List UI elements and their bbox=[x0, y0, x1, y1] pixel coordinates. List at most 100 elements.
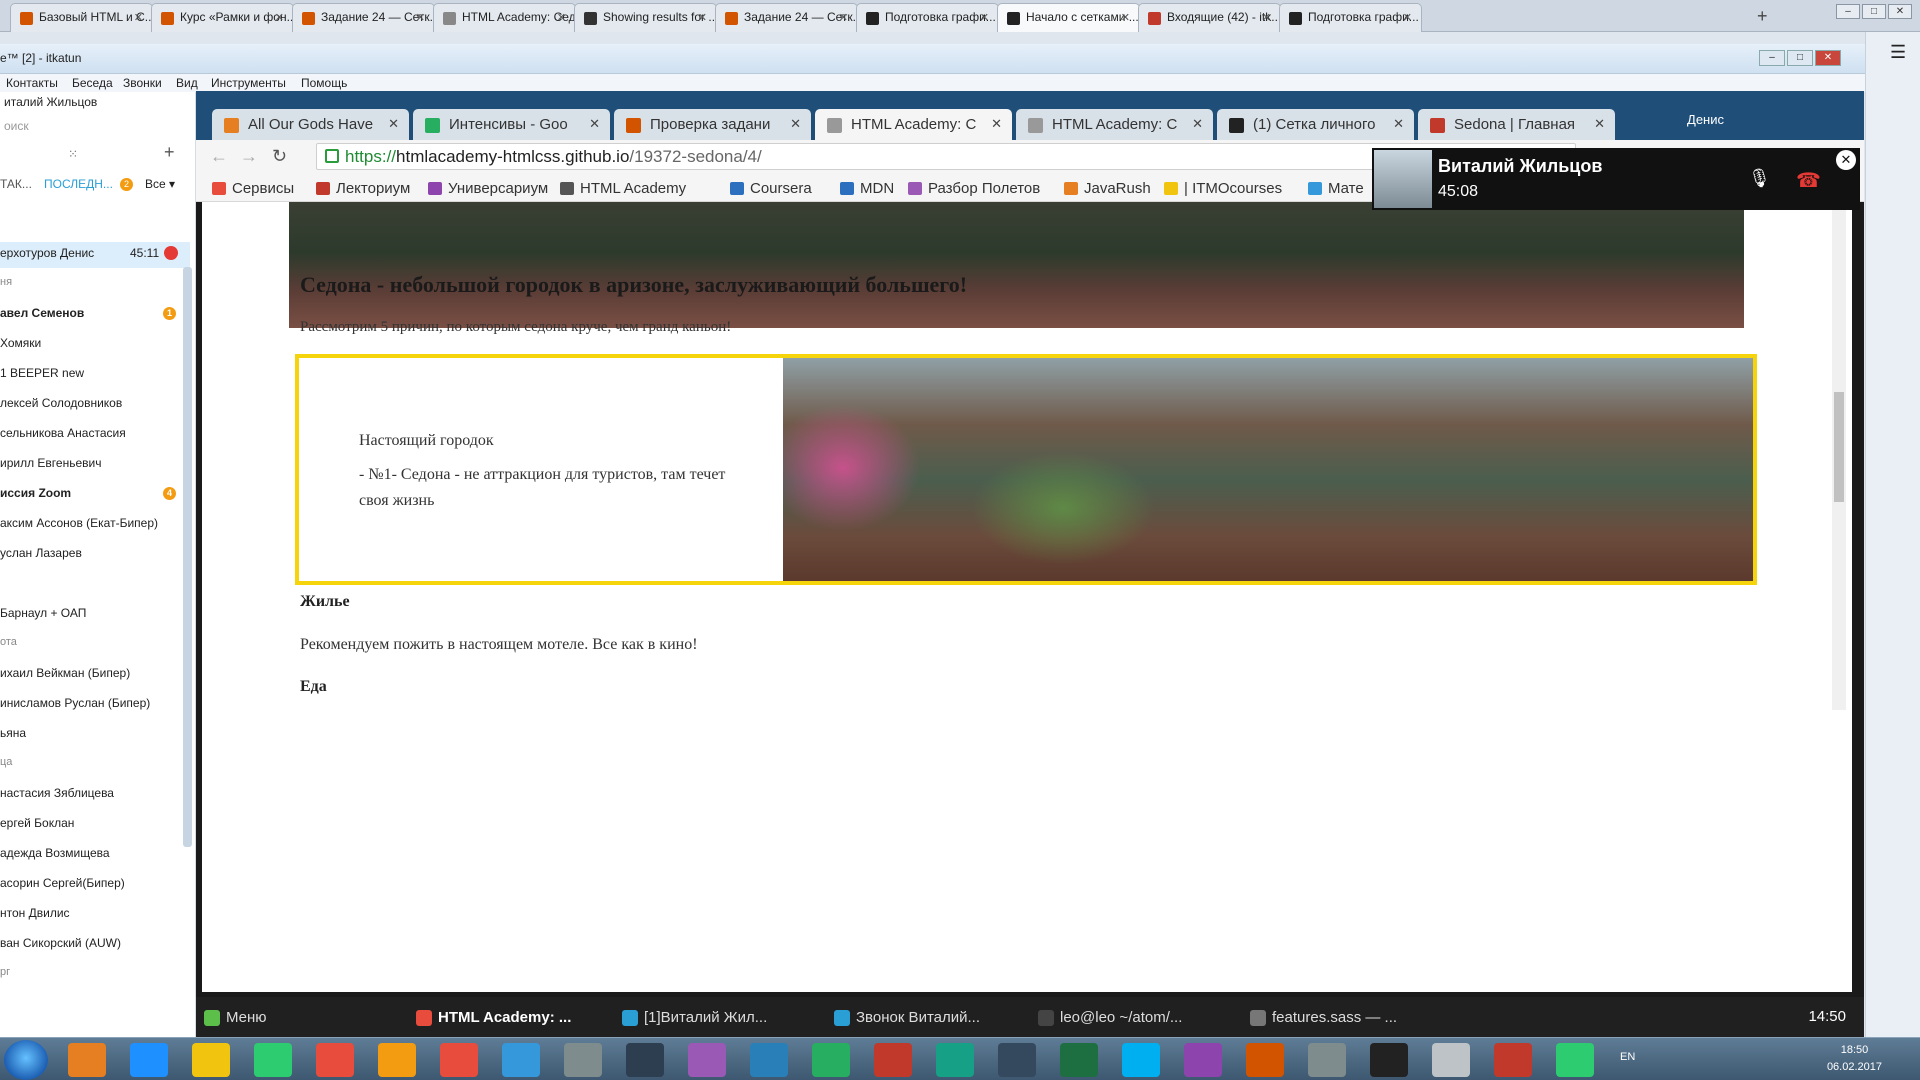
contact-item[interactable]: асорин Сергей(Бипер) bbox=[0, 876, 195, 890]
maximize-button[interactable]: □ bbox=[1787, 50, 1813, 66]
contact-item[interactable]: ихаил Вейкман (Бипер) bbox=[0, 666, 195, 680]
taskbar-app-icon[interactable] bbox=[936, 1043, 974, 1077]
outer-tab[interactable]: Задание 24 — Сетк... ✕ bbox=[292, 3, 435, 32]
bookmark-link[interactable]: MDN bbox=[840, 180, 894, 197]
start-button[interactable] bbox=[4, 1040, 48, 1080]
filter-select[interactable]: Все ▾ bbox=[145, 177, 195, 191]
close-tab-icon[interactable]: ✕ bbox=[1403, 11, 1412, 24]
menu-item[interactable]: Вид bbox=[176, 76, 198, 90]
bookmark-link[interactable]: Универсариум bbox=[428, 180, 548, 197]
close-tab-icon[interactable]: ✕ bbox=[134, 11, 143, 24]
microphone-icon[interactable]: 🎙 bbox=[1748, 168, 1771, 189]
menu-item[interactable]: Беседа bbox=[72, 76, 113, 90]
contact-item[interactable]: инисламов Руслан (Бипер) bbox=[0, 696, 195, 710]
taskbar-app-icon[interactable] bbox=[1432, 1043, 1470, 1077]
bookmark-link[interactable]: Разбор Полетов bbox=[908, 180, 1040, 197]
taskbar-app-icon[interactable] bbox=[1370, 1043, 1408, 1077]
taskbar-app-icon[interactable] bbox=[626, 1043, 664, 1077]
contact-item[interactable]: нтон Двилис bbox=[0, 906, 195, 920]
contact-item[interactable]: ирилл Евгеньевич bbox=[0, 456, 195, 470]
inner-taskbar-item[interactable]: Звонок Виталий... bbox=[834, 1009, 980, 1026]
contact-item[interactable]: лексей Солодовников bbox=[0, 396, 195, 410]
taskbar-app-icon[interactable] bbox=[68, 1043, 106, 1077]
dialpad-icon[interactable]: ⁙ bbox=[68, 147, 78, 161]
taskbar-app-icon[interactable] bbox=[812, 1043, 850, 1077]
bookmark-link[interactable]: Coursera bbox=[730, 180, 812, 197]
menu-item[interactable]: Контакты bbox=[6, 76, 58, 90]
contact-item[interactable]: аксим Ассонов (Екат-Бипер) bbox=[0, 516, 195, 530]
taskbar-app-icon[interactable] bbox=[378, 1043, 416, 1077]
taskbar-app-icon[interactable] bbox=[688, 1043, 726, 1077]
close-tab-icon[interactable]: ✕ bbox=[698, 11, 707, 24]
contact-item[interactable]: ьяна bbox=[0, 726, 195, 740]
inner-taskbar-item[interactable]: features.sass — ... bbox=[1250, 1009, 1397, 1026]
sidebar-scrollbar[interactable] bbox=[183, 267, 192, 847]
outer-tab[interactable]: HTML Academy: Седона✕ bbox=[433, 3, 576, 32]
close-tab-icon[interactable]: ✕ bbox=[790, 116, 801, 132]
close-tab-icon[interactable]: ✕ bbox=[1262, 11, 1271, 24]
inner-taskbar-item[interactable]: leo@leo ~/atom/... bbox=[1038, 1009, 1182, 1026]
bookmark-link[interactable]: Лекториум bbox=[316, 180, 410, 197]
taskbar-app-icon[interactable] bbox=[316, 1043, 354, 1077]
outer-tab[interactable]: Начало с сетками ... ✕ bbox=[997, 3, 1140, 32]
taskbar-app-icon[interactable] bbox=[874, 1043, 912, 1077]
profile-name[interactable]: италий Жильцов bbox=[4, 95, 195, 109]
inner-tab[interactable]: Проверка задани ✕ bbox=[614, 109, 811, 140]
add-contact-icon[interactable]: + bbox=[164, 142, 175, 163]
close-tab-icon[interactable]: ✕ bbox=[557, 11, 566, 24]
contact-item[interactable]: авел Семенов 1 bbox=[0, 306, 195, 320]
contact-item[interactable]: адежда Возмищева bbox=[0, 846, 195, 860]
taskbar-app-icon[interactable] bbox=[1060, 1043, 1098, 1077]
close-icon[interactable]: ✕ bbox=[1836, 150, 1856, 170]
close-tab-icon[interactable]: ✕ bbox=[839, 11, 848, 24]
bookmark-link[interactable]: JavaRush bbox=[1064, 180, 1151, 197]
contact-item[interactable]: ергей Боклан bbox=[0, 816, 195, 830]
inner-taskbar-item[interactable]: [1]Виталий Жил... bbox=[622, 1009, 767, 1026]
taskbar-app-icon[interactable] bbox=[1246, 1043, 1284, 1077]
outer-tab[interactable]: Входящие (42) - itk... ✕ bbox=[1138, 3, 1281, 32]
outer-tab[interactable]: Задание 24 — Сетк... ✕ bbox=[715, 3, 858, 32]
taskbar-app-icon[interactable] bbox=[1122, 1043, 1160, 1077]
inner-menu-button[interactable]: Меню bbox=[204, 1009, 267, 1026]
page-scrollbar-thumb[interactable] bbox=[1834, 392, 1844, 502]
close-tab-icon[interactable]: ✕ bbox=[388, 116, 399, 132]
taskbar-app-icon[interactable] bbox=[130, 1043, 168, 1077]
taskbar-app-icon[interactable] bbox=[1184, 1043, 1222, 1077]
hamburger-icon[interactable]: ☰ bbox=[1890, 42, 1906, 63]
taskbar-app-icon[interactable] bbox=[564, 1043, 602, 1077]
contact-item[interactable]: ерхотуров Денис 45:11 bbox=[0, 246, 195, 260]
inner-tab[interactable]: HTML Academy: C ✕ bbox=[815, 109, 1012, 140]
bookmark-link[interactable]: | ITMOcourses bbox=[1164, 180, 1282, 197]
taskbar-app-icon[interactable] bbox=[192, 1043, 230, 1077]
contact-item[interactable]: сельникова Анастасия bbox=[0, 426, 195, 440]
minimize-button[interactable]: – bbox=[1759, 50, 1785, 66]
contact-item[interactable]: 1 BEEPER new bbox=[0, 366, 195, 380]
search-input[interactable]: оиск bbox=[4, 119, 195, 133]
outer-tab[interactable]: Подготовка графи... ✕ bbox=[856, 3, 999, 32]
outer-tab[interactable]: Подготовка графи... ✕ bbox=[1279, 3, 1422, 32]
taskbar-app-icon[interactable] bbox=[750, 1043, 788, 1077]
close-tab-icon[interactable]: ✕ bbox=[1192, 116, 1203, 132]
taskbar-app-icon[interactable] bbox=[1308, 1043, 1346, 1077]
contact-item[interactable]: иссия Zoom 4 bbox=[0, 486, 195, 500]
taskbar-app-icon[interactable] bbox=[254, 1043, 292, 1077]
inner-taskbar-item[interactable]: HTML Academy: ... bbox=[416, 1009, 571, 1026]
close-tab-icon[interactable]: ✕ bbox=[275, 11, 284, 24]
minimize-button[interactable]: – bbox=[1836, 4, 1860, 19]
contact-item[interactable]: Барнаул + ОАП bbox=[0, 606, 195, 620]
tab-recent[interactable]: ПОСЛЕДН... bbox=[44, 177, 124, 191]
reload-icon[interactable]: ↻ bbox=[272, 146, 287, 167]
inner-tab[interactable]: HTML Academy: C ✕ bbox=[1016, 109, 1213, 140]
contact-item[interactable]: настасия Зяблицева bbox=[0, 786, 195, 800]
forward-icon[interactable]: → bbox=[240, 146, 258, 167]
language-indicator[interactable]: EN bbox=[1620, 1051, 1635, 1063]
inner-profile-name[interactable]: Денис bbox=[1687, 112, 1724, 127]
contact-item[interactable]: Хомяки bbox=[0, 336, 195, 350]
close-button[interactable]: ✕ bbox=[1815, 50, 1841, 66]
tab-contacts[interactable]: ТАК... bbox=[0, 177, 40, 191]
page-scrollbar[interactable] bbox=[1832, 202, 1846, 710]
outer-tab[interactable]: Базовый HTML и С... ✕ bbox=[10, 3, 153, 32]
menu-item[interactable]: Инструменты bbox=[211, 76, 286, 90]
inner-tab[interactable]: (1) Сетка личного ✕ bbox=[1217, 109, 1414, 140]
close-button[interactable]: ✕ bbox=[1888, 4, 1912, 19]
